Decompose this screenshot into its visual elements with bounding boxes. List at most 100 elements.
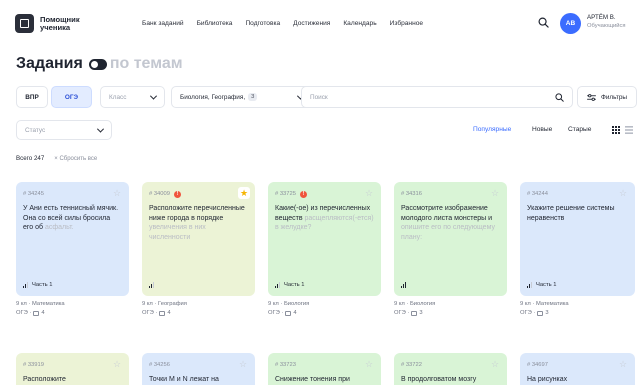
main-nav: Банк заданий Библиотека Подготовка Дости…	[142, 20, 436, 27]
nav-item-achievements[interactable]: Достижения	[293, 20, 330, 27]
favorite-star-icon[interactable]: ☆	[491, 360, 500, 369]
task-card[interactable]: # 34244 ☆ Укажите решение системы нераве…	[520, 182, 635, 296]
task-id: # 34009	[149, 191, 170, 197]
search-input[interactable]	[310, 93, 555, 101]
status-sort-row: Статус Популярные Новые Старые	[16, 120, 636, 140]
favorite-star-icon[interactable]: ☆	[365, 189, 374, 198]
task-id-row: # 34009!	[149, 190, 248, 198]
task-card[interactable]: # 34245 ☆ У Ани есть теннисный мячик. Он…	[16, 182, 129, 296]
task-card[interactable]: # 34697 ☆ На рисунках	[520, 353, 635, 385]
task-text: Какие(-ое) из перечисленных веществ расщ…	[275, 204, 374, 233]
comment-count: 4	[293, 310, 297, 316]
task-exam: ОГЭ ·	[16, 310, 32, 316]
topic-toggle-label[interactable]: по темам	[110, 55, 183, 73]
task-part: Часть 1	[527, 282, 556, 288]
task-card[interactable]: # 34256 ☆ Точки M и N лежат на	[142, 353, 255, 385]
alert-icon: !	[173, 190, 181, 198]
app-logo[interactable]: Помощник ученика	[15, 14, 92, 33]
filters-button-label: Фильтры	[600, 93, 628, 101]
task-exam: ОГЭ ·	[520, 310, 536, 316]
grid-view-icon[interactable]	[612, 126, 620, 134]
difficulty-bars-icon	[275, 282, 281, 288]
page-title: Задания	[16, 55, 83, 72]
task-card[interactable]: # 33722 ☆ В продолговатом мозгу	[394, 353, 507, 385]
comment-icon	[537, 311, 544, 316]
comment-count: 4	[41, 310, 45, 316]
title-row: Задания по темам	[16, 55, 183, 73]
favorite-star-icon[interactable]: ☆	[239, 360, 248, 369]
favorite-star-icon[interactable]: ☆	[113, 189, 122, 198]
search-icon[interactable]	[538, 17, 549, 28]
logo-icon	[15, 14, 34, 33]
subject-select[interactable]: Биология, География, 3	[171, 86, 312, 108]
filters-button[interactable]: Фильтры	[577, 86, 637, 108]
favorite-star-icon[interactable]: ☆	[619, 360, 628, 369]
logo-text: Помощник ученика	[40, 14, 80, 32]
favorite-star-icon[interactable]: ★	[238, 187, 250, 199]
favorite-star-icon[interactable]: ☆	[365, 360, 374, 369]
task-card[interactable]: # 33919 ☆ Расположите	[16, 353, 129, 385]
task-text: Расположите	[23, 376, 66, 383]
status-select-placeholder: Статус	[25, 126, 46, 134]
exam-vpr-button[interactable]: ВПР	[16, 86, 48, 108]
user-info[interactable]: АРТЁМ В. Обучающийся	[587, 14, 639, 29]
task-card[interactable]: # 33725! ☆ Какие(-ое) из перечисленных в…	[268, 182, 381, 296]
task-card[interactable]: # 34009! ★ Расположите перечисленные ниж…	[142, 182, 255, 296]
comment-count: 3	[545, 310, 549, 316]
task-text: У Ани есть теннисный мячик. Она со всей …	[23, 204, 122, 233]
task-grade-subject: 9 кл · Математика	[520, 301, 569, 307]
task-text: В продолговатом мозгу	[401, 376, 477, 383]
task-id: # 34244	[527, 191, 548, 197]
favorite-star-icon[interactable]: ☆	[619, 189, 628, 198]
user-role: Обучающийся	[587, 23, 626, 29]
comment-icon	[411, 311, 418, 316]
comment-icon	[285, 311, 292, 316]
task-card[interactable]: # 34316 ☆ Рассмотрите изображение молодо…	[394, 182, 507, 296]
class-select[interactable]: Класс	[100, 86, 165, 108]
task-grade-subject: 9 кл · Биология	[394, 301, 436, 307]
nav-item-library[interactable]: Библиотека	[197, 20, 233, 27]
nav-item-task-bank[interactable]: Банк заданий	[142, 20, 184, 27]
top-header: Помощник ученика Банк заданий Библиотека…	[0, 0, 639, 44]
alert-icon: !	[299, 190, 307, 198]
difficulty-bars-icon	[527, 282, 533, 288]
task-id: # 33919	[23, 362, 44, 368]
task-text: Расположите перечисленные ниже города в …	[149, 204, 248, 242]
task-card[interactable]: # 33723 ☆ Снижение тонения при	[268, 353, 381, 385]
favorite-star-icon[interactable]: ☆	[113, 360, 122, 369]
task-grade-subject: 9 кл · Биология	[268, 301, 310, 307]
favorite-star-icon[interactable]: ☆	[491, 189, 500, 198]
task-text-main: Рассмотрите изображение молодого листа м…	[401, 205, 492, 222]
chevron-down-icon	[149, 92, 158, 100]
task-part-label: Часть 1	[535, 282, 557, 288]
chevron-down-icon	[96, 125, 105, 133]
task-id: # 34316	[401, 191, 422, 197]
nav-item-favorites[interactable]: Избранное	[390, 20, 423, 27]
exam-oge-button[interactable]: ОГЭ	[51, 86, 92, 108]
sort-old[interactable]: Старые	[568, 126, 591, 133]
sort-new[interactable]: Новые	[532, 126, 552, 133]
task-meta: 9 кл · Математика ОГЭ · 4	[16, 300, 65, 318]
nav-item-preparation[interactable]: Подготовка	[245, 20, 280, 27]
list-view-icon[interactable]	[625, 126, 633, 134]
search-icon[interactable]	[555, 92, 564, 102]
sort-popular[interactable]: Популярные	[473, 126, 511, 133]
search-field[interactable]	[301, 86, 573, 108]
task-part-label: Часть 1	[31, 282, 53, 288]
task-text: Рассмотрите изображение молодого листа м…	[401, 204, 500, 242]
topic-toggle[interactable]	[88, 58, 107, 70]
comment-count: 3	[419, 310, 423, 316]
reset-filters-label: Сбросить все	[59, 155, 98, 162]
task-part: Часть 1	[23, 282, 52, 288]
comment-count: 4	[167, 310, 171, 316]
task-text-main: Расположите перечисленные ниже города в …	[149, 205, 245, 222]
avatar[interactable]: АВ	[560, 13, 581, 34]
difficulty-bars-icon	[149, 282, 155, 288]
status-select[interactable]: Статус	[16, 120, 112, 140]
task-text-faded: асфальт.	[45, 224, 74, 232]
comment-icon	[159, 311, 166, 316]
task-part: Часть 1	[275, 282, 304, 288]
task-id: # 34245	[23, 191, 44, 197]
nav-item-calendar[interactable]: Календарь	[343, 20, 376, 27]
reset-filters-button[interactable]: × Сбросить все	[54, 156, 97, 162]
